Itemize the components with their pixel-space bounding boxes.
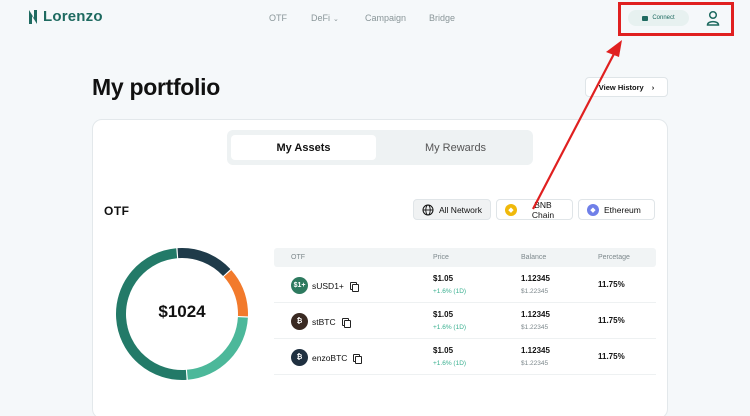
connect-label: Connect [652,15,675,21]
brand-name: Lorenzo [43,8,103,25]
portfolio-tabs: My Assets My Rewards [227,130,533,165]
nav-item-bridge[interactable]: Bridge [429,13,455,23]
balance-usd: $1.22345 [521,288,549,295]
network-filter-ethereum-label: Ethereum [604,204,641,215]
table-row[interactable]: ₿ stBTC $1.05 +1.6% (1D) 1.12345 $1.2234… [274,303,656,339]
column-header-price: Price [433,254,449,261]
asset-name: enzoBTC [312,352,348,363]
table-row[interactable]: $1+ sUSD1+ $1.05 +1.6% (1D) 1.12345 $1.2… [274,267,656,303]
tab-my-rewards[interactable]: My Rewards [383,135,528,160]
page-title: My portfolio [92,74,220,100]
brand-logo[interactable]: Lorenzo [28,8,103,25]
network-filter-all-label: All Network [439,204,482,215]
nav-item-otf[interactable]: OTF [269,13,287,23]
chevron-right-icon: › [651,82,655,92]
tab-my-assets[interactable]: My Assets [231,135,376,160]
price-change: +1.6% (1D) [433,288,467,295]
asset-cell: ₿ enzoBTC [291,349,363,366]
balance-value: 1.12345 [521,310,550,319]
globe-icon [422,204,434,215]
network-filter-ethereum[interactable]: ◆ Ethereum [578,199,655,220]
price-value: $1.05 [433,310,454,319]
stbtc-coin-icon: ₿ [291,313,308,330]
view-history-button[interactable]: View History › [585,77,668,97]
copy-icon[interactable] [349,281,359,292]
network-filter-bnb-label: BNB Chain [531,199,555,220]
network-filter-bnb[interactable]: ◆ BNB Chain [496,199,573,220]
table-row[interactable]: ₿ enzoBTC $1.05 +1.6% (1D) 1.12345 $1.22… [274,339,656,375]
balance-value: 1.12345 [521,346,550,355]
chevron-down-icon: ⌄ [333,16,339,23]
view-history-label: View History [598,82,644,92]
wallet-icon [642,15,649,21]
top-navigation-bar: Lorenzo OTF DeFi ⌄ Campaign Bridge Connec… [0,0,750,36]
balance-usd: $1.22345 [521,360,549,367]
total-value: $1024 [158,302,206,321]
copy-icon[interactable] [353,353,363,364]
asset-cell: ₿ stBTC [291,313,351,330]
connect-wallet-button[interactable]: Connect [628,10,689,26]
column-header-otf: OTF [291,254,305,261]
nav-item-defi[interactable]: DeFi ⌄ [311,13,339,23]
asset-cell: $1+ sUSD1+ [291,277,359,294]
nav-item-campaign[interactable]: Campaign [365,13,406,23]
enzobtc-coin-icon: ₿ [291,349,308,366]
user-profile-icon[interactable] [706,10,720,26]
nav-item-defi-label: DeFi [311,13,331,23]
price-change: +1.6% (1D) [433,360,467,367]
asset-name: stBTC [312,316,336,327]
asset-name: sUSD1+ [312,280,344,291]
percentage-value: 11.75% [598,316,625,325]
lorenzo-logo-icon [29,9,37,24]
price-value: $1.05 [433,346,454,355]
column-header-balance: Balance [521,254,547,261]
ethereum-icon: ◆ [587,203,599,216]
percentage-value: 11.75% [598,280,625,289]
balance-value: 1.12345 [521,274,550,283]
susd1-coin-icon: $1+ [291,277,308,294]
section-label-otf: OTF [104,204,130,218]
balance-usd: $1.22345 [521,324,549,331]
price-change: +1.6% (1D) [433,324,467,331]
table-header: OTF Price Balance Percetage [274,248,656,267]
copy-icon[interactable] [341,317,351,328]
assets-table: OTF Price Balance Percetage $1+ sUSD1+ $… [274,248,656,375]
percentage-value: 11.75% [598,352,625,361]
price-value: $1.05 [433,274,454,283]
column-header-percentage: Percetage [598,254,630,261]
bnb-icon: ◆ [505,203,517,216]
network-filter-all[interactable]: All Network [413,199,491,220]
